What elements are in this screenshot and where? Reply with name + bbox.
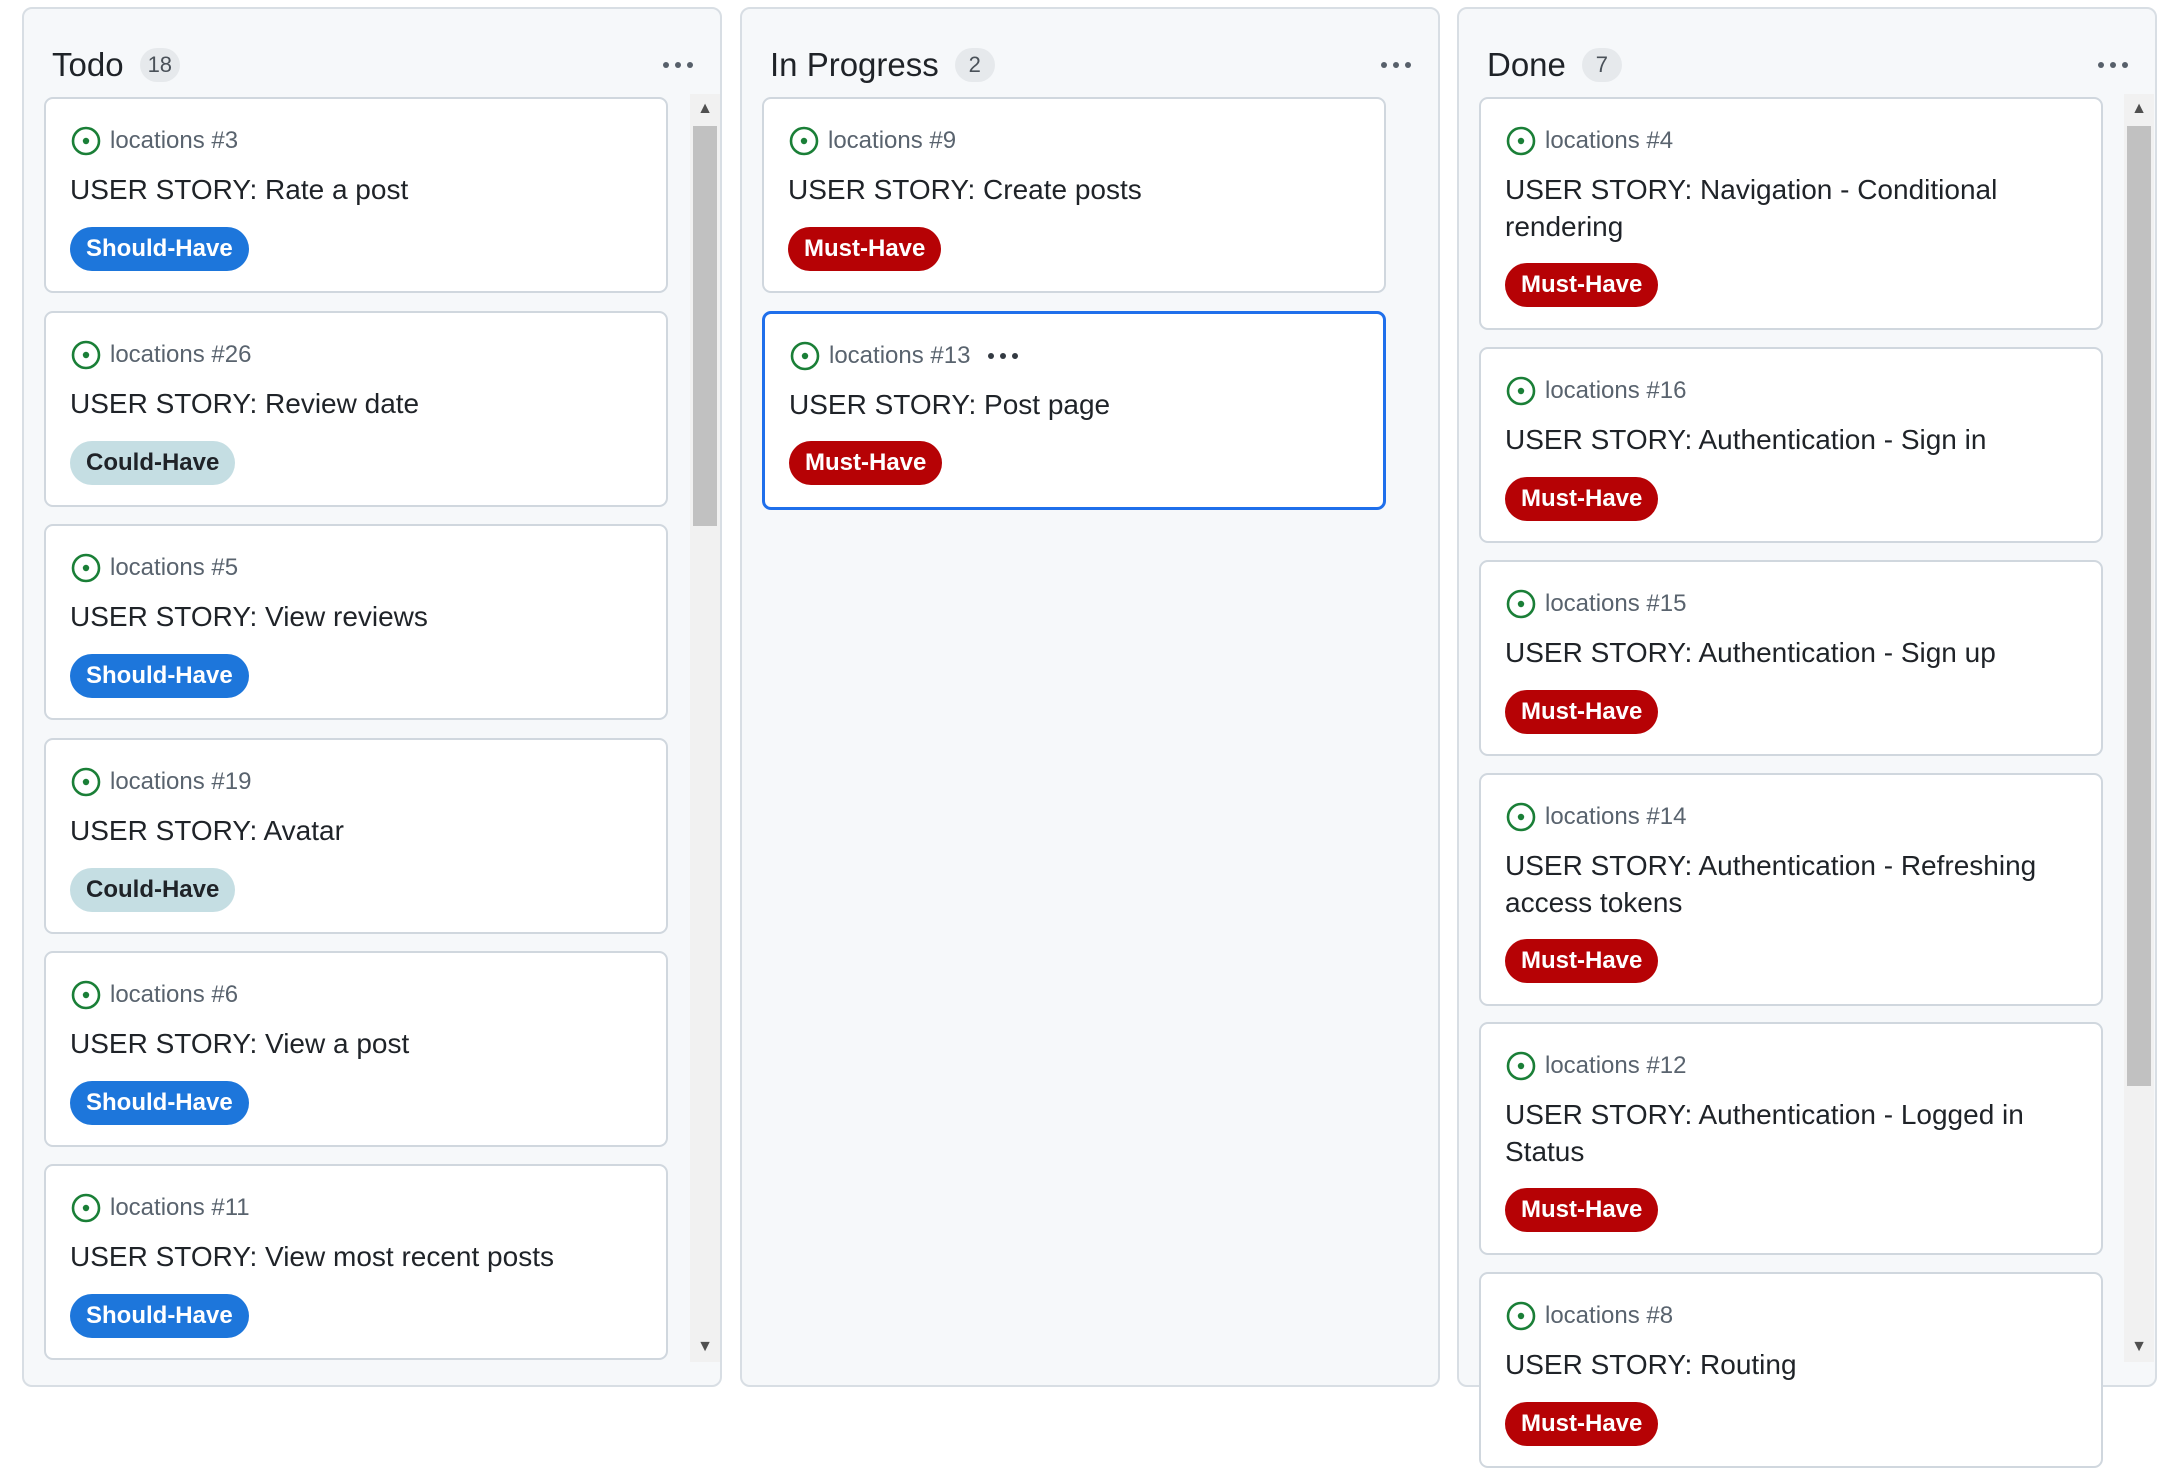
column-done: Done 7 locations #4 USER STORY: Navigati… xyxy=(1457,7,2157,1468)
kebab-horizontal-icon xyxy=(2098,62,2104,68)
issue-reference[interactable]: locations #6 xyxy=(110,981,238,1009)
issue-card[interactable]: locations #15 USER STORY: Authentication… xyxy=(1479,560,2103,756)
issue-title[interactable]: USER STORY: View a post xyxy=(70,1025,642,1062)
issue-reference[interactable]: locations #14 xyxy=(1545,803,1686,831)
issue-reference[interactable]: locations #9 xyxy=(828,127,956,155)
issue-card[interactable]: locations #5 USER STORY: View reviews Sh… xyxy=(44,524,668,720)
issue-card[interactable]: locations #8 USER STORY: Routing Must-Ha… xyxy=(1479,1272,2103,1468)
issue-card[interactable]: locations #9 USER STORY: Create posts Mu… xyxy=(762,97,1386,293)
issue-reference[interactable]: locations #13 xyxy=(829,342,970,370)
issue-card[interactable]: locations #6 USER STORY: View a post Sho… xyxy=(44,951,668,1147)
issue-reference[interactable]: locations #12 xyxy=(1545,1052,1686,1080)
kebab-horizontal-icon xyxy=(988,353,995,359)
issue-opened-icon xyxy=(1506,589,1536,619)
issue-opened-icon xyxy=(1506,802,1536,832)
issue-card[interactable]: locations #4 USER STORY: Navigation - Co… xyxy=(1479,97,2103,330)
label-must-have[interactable]: Must-Have xyxy=(1505,477,1659,521)
issue-title[interactable]: USER STORY: Post page xyxy=(789,386,1359,423)
issue-reference[interactable]: locations #19 xyxy=(110,768,251,796)
scrollbar-thumb[interactable] xyxy=(693,126,717,526)
issue-title[interactable]: USER STORY: Authentication - Sign up xyxy=(1505,634,2077,671)
issue-card[interactable]: locations #14 USER STORY: Authentication… xyxy=(1479,773,2103,1006)
issue-reference[interactable]: locations #11 xyxy=(110,1194,250,1222)
label-could-have[interactable]: Could-Have xyxy=(70,868,236,912)
column-menu-button[interactable] xyxy=(1374,45,1418,85)
issue-opened-icon xyxy=(790,341,820,371)
label-must-have[interactable]: Must-Have xyxy=(1505,263,1659,307)
issue-opened-icon xyxy=(71,340,101,370)
label-could-have[interactable]: Could-Have xyxy=(70,441,236,485)
issue-opened-icon xyxy=(71,553,101,583)
column-title: Todo xyxy=(52,46,124,83)
issue-title[interactable]: USER STORY: Navigation - Conditional ren… xyxy=(1505,171,2077,245)
scroll-down-arrow-icon[interactable]: ▼ xyxy=(2124,1332,2154,1362)
issue-reference[interactable]: locations #4 xyxy=(1545,127,1673,155)
issue-title[interactable]: USER STORY: Review date xyxy=(70,385,642,422)
issue-opened-icon xyxy=(71,126,101,156)
column-todo: Todo 18 locations #3 USER STORY: Rate a … xyxy=(22,7,722,1387)
issue-title[interactable]: USER STORY: View reviews xyxy=(70,598,642,635)
scrollbar-thumb[interactable] xyxy=(2127,126,2151,1086)
column-menu-button[interactable] xyxy=(656,45,700,85)
scroll-down-arrow-icon[interactable]: ▼ xyxy=(690,1332,720,1362)
column-menu-button[interactable] xyxy=(2091,45,2135,85)
issue-card[interactable]: locations #3 USER STORY: Rate a post Sho… xyxy=(44,97,668,293)
issue-title[interactable]: USER STORY: Avatar xyxy=(70,812,642,849)
issue-title[interactable]: USER STORY: Create posts xyxy=(788,171,1360,208)
todo-column-scrollbar[interactable]: ▲ ▼ xyxy=(690,94,720,1362)
column-in-progress: In Progress 2 locations #9 USER STORY: C… xyxy=(740,7,1440,1387)
issue-card-selected[interactable]: locations #13 USER STORY: Post page Must… xyxy=(762,311,1386,510)
issue-opened-icon xyxy=(71,767,101,797)
project-board: Todo 18 locations #3 USER STORY: Rate a … xyxy=(0,0,2164,1468)
issue-title[interactable]: USER STORY: Authentication - Sign in xyxy=(1505,421,2077,458)
scroll-up-arrow-icon[interactable]: ▲ xyxy=(690,94,720,124)
issue-reference[interactable]: locations #16 xyxy=(1545,377,1686,405)
column-title: In Progress xyxy=(770,46,939,83)
issue-opened-icon xyxy=(1506,1051,1536,1081)
issue-card[interactable]: locations #12 USER STORY: Authentication… xyxy=(1479,1022,2103,1255)
kebab-horizontal-icon xyxy=(663,62,669,68)
issue-title[interactable]: USER STORY: View most recent posts xyxy=(70,1238,642,1275)
issue-card[interactable]: locations #26 USER STORY: Review date Co… xyxy=(44,311,668,507)
issue-card[interactable]: locations #19 USER STORY: Avatar Could-H… xyxy=(44,738,668,934)
issue-reference[interactable]: locations #26 xyxy=(110,341,251,369)
issue-title[interactable]: USER STORY: Authentication - Logged in S… xyxy=(1505,1096,2077,1170)
label-must-have[interactable]: Must-Have xyxy=(1505,1188,1659,1232)
column-count-badge: 18 xyxy=(139,48,181,82)
issue-title[interactable]: USER STORY: Routing xyxy=(1505,1346,2077,1383)
scroll-up-arrow-icon[interactable]: ▲ xyxy=(2124,94,2154,124)
issue-card[interactable]: locations #16 USER STORY: Authentication… xyxy=(1479,347,2103,543)
issue-title[interactable]: USER STORY: Rate a post xyxy=(70,171,642,208)
column-header-in-progress: In Progress 2 xyxy=(770,39,1418,91)
issue-reference[interactable]: locations #5 xyxy=(110,554,238,582)
issue-card[interactable]: locations #11 USER STORY: View most rece… xyxy=(44,1164,668,1360)
issue-opened-icon xyxy=(71,1193,101,1223)
issue-reference[interactable]: locations #3 xyxy=(110,127,238,155)
issue-opened-icon xyxy=(789,126,819,156)
label-should-have[interactable]: Should-Have xyxy=(70,227,249,271)
label-must-have[interactable]: Must-Have xyxy=(788,227,942,271)
issue-title[interactable]: USER STORY: Authentication - Refreshing … xyxy=(1505,847,2077,921)
label-must-have[interactable]: Must-Have xyxy=(789,441,943,485)
column-title: Done xyxy=(1487,46,1566,83)
column-header-done: Done 7 xyxy=(1487,39,2135,91)
issue-opened-icon xyxy=(1506,376,1536,406)
column-count-badge: 2 xyxy=(954,48,995,82)
label-must-have[interactable]: Must-Have xyxy=(1505,939,1659,983)
column-header-todo: Todo 18 xyxy=(52,39,700,91)
issue-reference[interactable]: locations #8 xyxy=(1545,1302,1673,1330)
label-should-have[interactable]: Should-Have xyxy=(70,654,249,698)
label-must-have[interactable]: Must-Have xyxy=(1505,1402,1659,1446)
issue-opened-icon xyxy=(1506,1301,1536,1331)
issue-reference[interactable]: locations #15 xyxy=(1545,590,1686,618)
label-should-have[interactable]: Should-Have xyxy=(70,1294,249,1338)
card-menu-button[interactable] xyxy=(988,353,1019,359)
issue-opened-icon xyxy=(71,980,101,1010)
issue-opened-icon xyxy=(1506,126,1536,156)
done-column-scrollbar[interactable]: ▲ ▼ xyxy=(2124,94,2154,1362)
kebab-horizontal-icon xyxy=(1381,62,1387,68)
label-should-have[interactable]: Should-Have xyxy=(70,1081,249,1125)
column-count-badge: 7 xyxy=(1581,48,1622,82)
label-must-have[interactable]: Must-Have xyxy=(1505,690,1659,734)
